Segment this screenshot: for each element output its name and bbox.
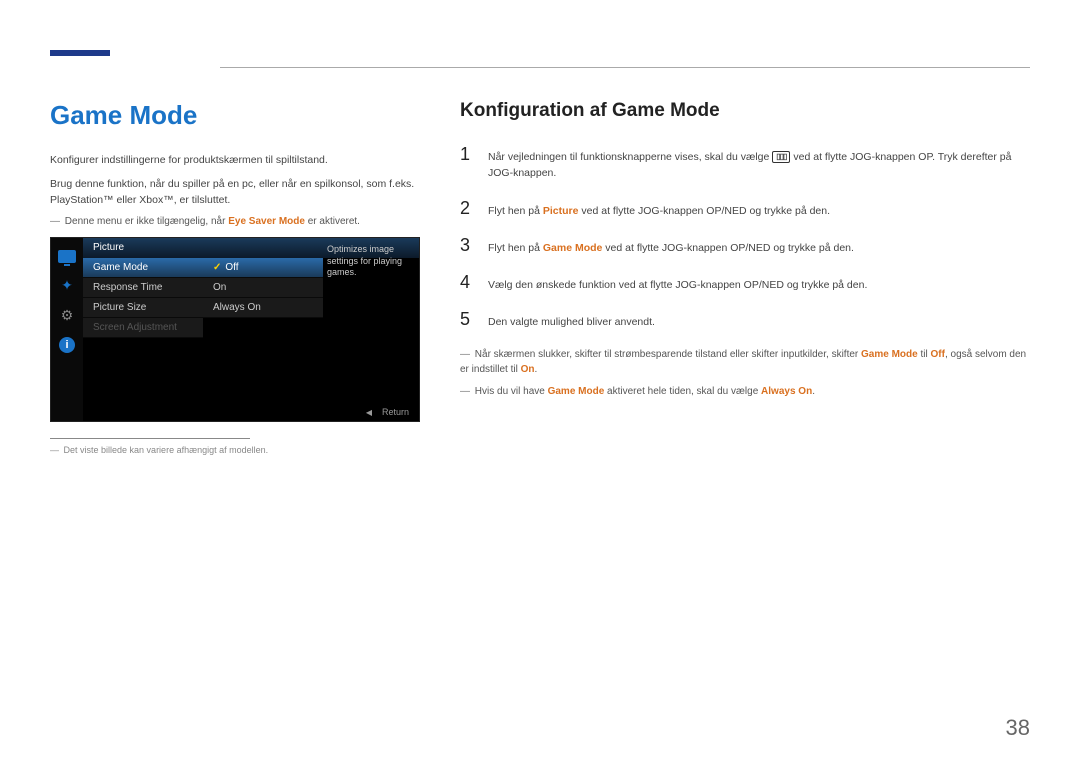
- return-arrow-icon: ◀: [366, 408, 372, 417]
- availability-note: ― Denne menu er ikke tilgængelig, når Ey…: [50, 216, 420, 227]
- osd-submenu-list: ✓ Off On Always On: [203, 258, 323, 318]
- page-number: 38: [1006, 715, 1030, 741]
- intro-paragraph-1: Konfigurer indstillingerne for produktsk…: [50, 153, 420, 169]
- step-number: 2: [460, 198, 474, 219]
- step-text: Den valgte mulighed bliver anvendt.: [488, 314, 1030, 330]
- osd-subitem-on: On: [203, 278, 323, 298]
- step-4: 4 Vælg den ønskede funktion ved at flytt…: [460, 272, 1030, 293]
- footnote: ― Det viste billede kan variere afhængig…: [50, 445, 420, 455]
- page-title: Game Mode: [50, 100, 420, 131]
- monitor-icon: [58, 250, 76, 263]
- header-rule: [220, 67, 1030, 68]
- content-columns: Game Mode Konfigurer indstillingerne for…: [50, 50, 1030, 455]
- check-icon: ✓: [213, 262, 221, 273]
- osd-subitem-off: ✓ Off: [203, 258, 323, 278]
- step-number: 4: [460, 272, 474, 293]
- osd-menu-list: Game Mode Response Time Picture Size Scr…: [83, 258, 203, 338]
- step-number: 5: [460, 309, 474, 330]
- osd-item-response-time: Response Time: [83, 278, 203, 298]
- footnote-rule: [50, 438, 250, 439]
- p1d: .: [534, 364, 537, 375]
- p2b1: Game Mode: [548, 386, 605, 397]
- step-number: 1: [460, 144, 474, 165]
- p2a: Hvis du vil have: [475, 386, 548, 397]
- post-note-2: ― Hvis du vil have Game Mode aktiveret h…: [460, 384, 1030, 400]
- s2b: ved at flytte JOG-knappen OP/NED og tryk…: [578, 205, 830, 217]
- p2b: aktiveret hele tiden, skal du vælge: [604, 386, 761, 397]
- s2a: Flyt hen på: [488, 205, 543, 217]
- section-heading: Konfiguration af Game Mode: [460, 100, 1030, 122]
- step-3: 3 Flyt hen på Game Mode ved at flytte JO…: [460, 235, 1030, 256]
- step-number: 3: [460, 235, 474, 256]
- osd-item-picture-size: Picture Size: [83, 298, 203, 318]
- s3a: Flyt hen på: [488, 242, 543, 254]
- step-2: 2 Flyt hen på Picture ved at flytte JOG-…: [460, 198, 1030, 219]
- note-dash: ―: [50, 216, 60, 227]
- osd-screenshot: ✦ ⚙ i Picture Game Mode Response Time Pi…: [50, 237, 420, 422]
- footnote-text: Det viste billede kan variere afhængigt …: [64, 445, 269, 455]
- osd-button-icon: ▯▯▯: [772, 151, 790, 163]
- note-prefix: Denne menu er ikke tilgængelig, når: [65, 216, 228, 227]
- step-text: Flyt hen på Picture ved at flytte JOG-kn…: [488, 203, 1030, 219]
- step-1: 1 Når vejledningen til funktionsknappern…: [460, 144, 1030, 182]
- star-icon: ✦: [58, 277, 76, 293]
- osd-sidebar: ✦ ⚙ i: [51, 238, 83, 421]
- left-column: Game Mode Konfigurer indstillingerne for…: [50, 100, 420, 455]
- p1b: til: [918, 349, 931, 360]
- p1b1: Game Mode: [861, 349, 918, 360]
- p1b2: Off: [931, 349, 945, 360]
- gear-icon: ⚙: [58, 307, 76, 323]
- osd-return: ◀ Return: [366, 407, 409, 417]
- post-note-1: ― Når skærmen slukker, skifter til strøm…: [460, 347, 1030, 378]
- note-suffix: er aktiveret.: [305, 216, 360, 227]
- step-text: Flyt hen på Game Mode ved at flytte JOG-…: [488, 240, 1030, 256]
- accent-bar: [50, 50, 110, 56]
- p2c: .: [812, 386, 815, 397]
- osd-sub-off-label: Off: [225, 262, 238, 273]
- s2-bold: Picture: [543, 205, 579, 217]
- intro-paragraph-2: Brug denne funktion, når du spiller på e…: [50, 177, 420, 209]
- osd-item-screen-adjustment: Screen Adjustment: [83, 318, 203, 338]
- step-text: Når vejledningen til funktionsknapperne …: [488, 149, 1030, 182]
- osd-subitem-always-on: Always On: [203, 298, 323, 318]
- p2b2: Always On: [761, 386, 812, 397]
- p1b3: On: [521, 364, 535, 375]
- s1a: Når vejledningen til funktionsknapperne …: [488, 151, 772, 163]
- s3b: ved at flytte JOG-knappen OP/NED og tryk…: [602, 242, 854, 254]
- step-5: 5 Den valgte mulighed bliver anvendt.: [460, 309, 1030, 330]
- p1a: Når skærmen slukker, skifter til strømbe…: [475, 349, 861, 360]
- osd-return-label: Return: [382, 407, 409, 417]
- right-column: Konfiguration af Game Mode 1 Når vejledn…: [460, 100, 1030, 455]
- note-bold: Eye Saver Mode: [228, 216, 305, 227]
- info-icon: i: [59, 337, 75, 353]
- osd-item-game-mode: Game Mode: [83, 258, 203, 278]
- osd-description: Optimizes image settings for playing gam…: [327, 244, 413, 278]
- step-text: Vælg den ønskede funktion ved at flytte …: [488, 277, 1030, 293]
- s3-bold: Game Mode: [543, 242, 603, 254]
